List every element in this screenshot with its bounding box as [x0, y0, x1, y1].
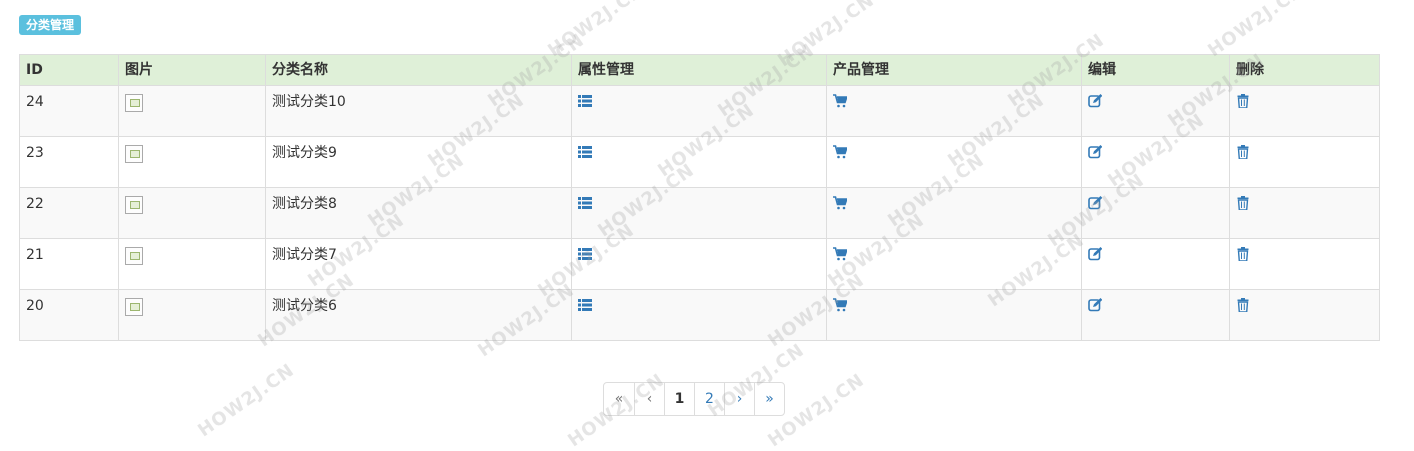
table-row: 21 测试分类7 [19, 238, 1380, 290]
edit-icon[interactable] [1088, 247, 1102, 261]
list-icon[interactable] [578, 196, 592, 210]
column-header-property: 属性管理 [571, 54, 827, 86]
row-edit-cell [1081, 289, 1230, 341]
list-icon[interactable] [578, 247, 592, 261]
column-header-edit: 编辑 [1081, 54, 1230, 86]
row-edit-cell [1081, 187, 1230, 239]
row-product-cell [826, 85, 1082, 137]
page-title-badge: 分类管理 [19, 15, 82, 35]
row-category-name: 测试分类9 [265, 136, 572, 188]
cart-icon[interactable] [833, 247, 847, 261]
list-icon[interactable] [578, 145, 592, 159]
row-delete-cell [1229, 289, 1380, 341]
row-id: 23 [19, 136, 119, 188]
row-id: 24 [19, 85, 119, 137]
row-image-cell [118, 85, 266, 137]
edit-icon[interactable] [1088, 298, 1102, 312]
column-header-product: 产品管理 [826, 54, 1082, 86]
broken-image-icon [125, 247, 143, 265]
row-id: 21 [19, 238, 119, 290]
row-product-cell [826, 238, 1082, 290]
table-row: 24 测试分类10 [19, 85, 1380, 137]
edit-icon[interactable] [1088, 94, 1102, 108]
row-image-cell [118, 289, 266, 341]
trash-icon[interactable] [1236, 247, 1250, 261]
row-edit-cell [1081, 85, 1230, 137]
list-icon[interactable] [578, 94, 592, 108]
row-delete-cell [1229, 187, 1380, 239]
column-header-id: ID [19, 54, 119, 86]
watermark-text: HOW2J.CN [1204, 0, 1309, 62]
cart-icon[interactable] [833, 145, 847, 159]
pagination: « ‹ 1 2 › » [603, 382, 785, 416]
row-product-cell [826, 187, 1082, 239]
cart-icon[interactable] [833, 298, 847, 312]
row-image-cell [118, 187, 266, 239]
row-product-cell [826, 289, 1082, 341]
trash-icon[interactable] [1236, 145, 1250, 159]
row-property-cell [571, 187, 827, 239]
row-delete-cell [1229, 85, 1380, 137]
row-category-name: 测试分类6 [265, 289, 572, 341]
table-header-row: ID 图片 分类名称 属性管理 产品管理 编辑 删除 [19, 54, 1380, 86]
row-category-name: 测试分类10 [265, 85, 572, 137]
edit-icon[interactable] [1088, 145, 1102, 159]
row-edit-cell [1081, 238, 1230, 290]
watermark-text: HOW2J.CN [194, 359, 299, 442]
table-row: 20 测试分类6 [19, 289, 1380, 341]
row-delete-cell [1229, 136, 1380, 188]
column-header-delete: 删除 [1229, 54, 1380, 86]
category-table: ID 图片 分类名称 属性管理 产品管理 编辑 删除 24 测试分类10 23 测试分… [19, 54, 1380, 341]
trash-icon[interactable] [1236, 196, 1250, 210]
trash-icon[interactable] [1236, 298, 1250, 312]
prev-page-link[interactable]: ‹ [634, 383, 664, 415]
cart-icon[interactable] [833, 196, 847, 210]
row-image-cell [118, 136, 266, 188]
row-delete-cell [1229, 238, 1380, 290]
row-id: 22 [19, 187, 119, 239]
row-category-name: 测试分类8 [265, 187, 572, 239]
table-row: 22 测试分类8 [19, 187, 1380, 239]
row-image-cell [118, 238, 266, 290]
row-property-cell [571, 238, 827, 290]
last-page-link[interactable]: » [754, 383, 784, 415]
row-category-name: 测试分类7 [265, 238, 572, 290]
row-property-cell [571, 85, 827, 137]
broken-image-icon [125, 196, 143, 214]
column-header-image: 图片 [118, 54, 266, 86]
column-header-name: 分类名称 [265, 54, 572, 86]
row-product-cell [826, 136, 1082, 188]
trash-icon[interactable] [1236, 94, 1250, 108]
row-property-cell [571, 136, 827, 188]
row-id: 20 [19, 289, 119, 341]
broken-image-icon [125, 145, 143, 163]
cart-icon[interactable] [833, 94, 847, 108]
page-2-link[interactable]: 2 [694, 383, 724, 415]
edit-icon[interactable] [1088, 196, 1102, 210]
list-icon[interactable] [578, 298, 592, 312]
table-row: 23 测试分类9 [19, 136, 1380, 188]
broken-image-icon [125, 94, 143, 112]
row-edit-cell [1081, 136, 1230, 188]
page-1-link[interactable]: 1 [664, 383, 694, 415]
next-page-link[interactable]: › [724, 383, 754, 415]
watermark-text: HOW2J.CN [544, 0, 649, 62]
broken-image-icon [125, 298, 143, 316]
row-property-cell [571, 289, 827, 341]
first-page-link[interactable]: « [604, 383, 634, 415]
